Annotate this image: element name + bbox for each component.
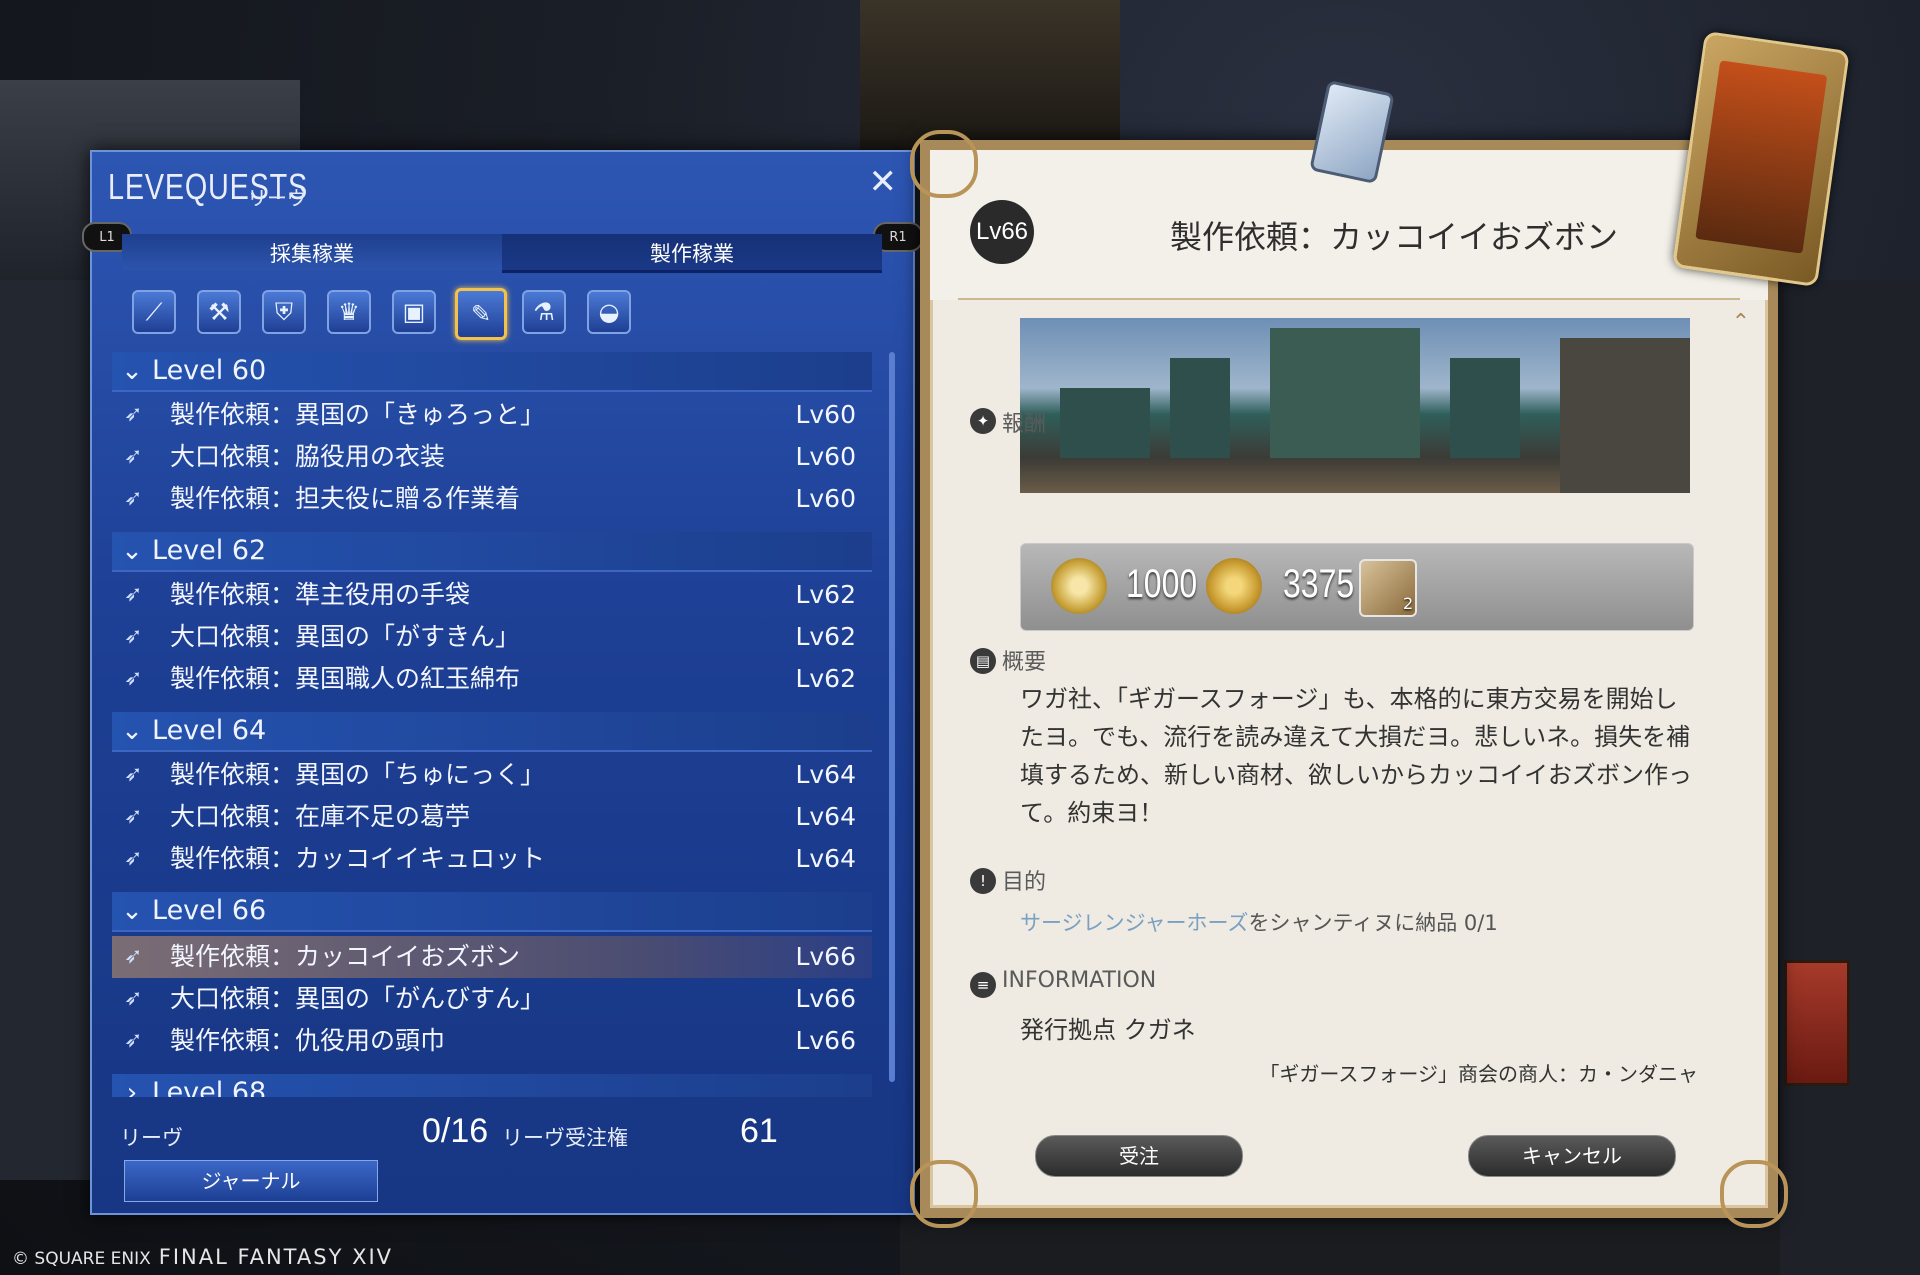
scroll-up-icon[interactable]: ⌃: [1732, 310, 1750, 335]
journal-button[interactable]: ジャーナル: [124, 1160, 378, 1202]
gil-coin-icon: [1206, 558, 1262, 614]
quest-row[interactable]: ➶ 製作依頼：仇役用の頭巾 Lv66: [112, 1020, 872, 1062]
reward-box: 1000 3375 2: [1020, 543, 1694, 631]
blacksmith-icon[interactable]: ⚒: [197, 290, 241, 334]
quest-row[interactable]: ➶ 大口依頼：異国の「がすきん」 Lv62: [112, 616, 872, 658]
quest-row[interactable]: ➶ 製作依頼：準主役用の手袋 Lv62: [112, 574, 872, 616]
leve-icon: ➶: [124, 486, 143, 511]
culinarian-icon[interactable]: ◒: [587, 290, 631, 334]
tab-gathering[interactable]: 採集稼業: [122, 234, 502, 270]
quest-row[interactable]: ➶ 製作依頼：異国の「きゅろっと」 Lv60: [112, 394, 872, 436]
level-badge: Lv66: [970, 200, 1034, 264]
leve-icon: ➶: [124, 402, 143, 427]
quest-row[interactable]: ➶ 製作依頼：カッコイイキュロット Lv64: [112, 838, 872, 880]
quest-row[interactable]: ➶ 大口依頼：脇役用の衣装 Lv60: [112, 436, 872, 478]
levequest-window: LEVEQUESTS リーヴ ✕ L1 R1 採集稼業 製作稼業 ⟋ ⚒ ⛨ ♛…: [82, 150, 923, 1215]
chevron-down-icon: ⌄: [121, 356, 143, 386]
leves-count: 0/16: [422, 1112, 489, 1150]
window-subtitle: リーヴ: [247, 186, 307, 210]
leve-icon: ➶: [124, 944, 143, 969]
leve-icon: ➶: [124, 762, 143, 787]
npc-portrait: [1695, 60, 1828, 254]
quest-row[interactable]: ➶ 製作依頼：異国職人の紅玉綿布 Lv62: [112, 658, 872, 700]
scrollbar[interactable]: [889, 352, 895, 1082]
leve-icon: ➶: [124, 582, 143, 607]
summary-label: 概要: [1002, 650, 1047, 675]
leve-icon: ➶: [124, 986, 143, 1011]
group-header-level-66[interactable]: ⌄ Level 66: [112, 892, 872, 932]
info-icon: ≡: [970, 972, 996, 998]
allowances-label: リーヴ受注権: [502, 1126, 628, 1150]
quest-row[interactable]: ➶ 製作依頼：異国の「ちゅにっく」 Lv64: [112, 754, 872, 796]
red-lantern: [1784, 960, 1850, 1086]
npc-portrait-card: [1672, 30, 1850, 288]
quest-row-selected[interactable]: ➶ 製作依頼：カッコイイおズボン Lv66: [112, 936, 872, 978]
corner-ornament: [1720, 1160, 1788, 1228]
chevron-down-icon: ⌄: [121, 536, 143, 566]
group-header-level-64[interactable]: ⌄ Level 64: [112, 712, 872, 752]
location-image: [1020, 318, 1690, 493]
chevron-down-icon: ⌄: [121, 896, 143, 926]
copyright: © SQUARE ENIX FINAL FANTASY XIV: [12, 1245, 394, 1269]
reward-icon: ✦: [970, 408, 996, 434]
reward-gil-value: 3375: [1283, 562, 1355, 606]
scrip-seal-icon: [1051, 558, 1107, 614]
cancel-button[interactable]: キャンセル: [1468, 1135, 1676, 1177]
divider: [958, 298, 1740, 300]
alchemist-icon[interactable]: ⚗: [522, 290, 566, 334]
leve-icon: ➶: [124, 804, 143, 829]
chevron-down-icon: ⌄: [121, 716, 143, 746]
group-header-level-60[interactable]: ⌄ Level 60: [112, 352, 872, 392]
carpenter-icon[interactable]: ⟋: [132, 290, 176, 334]
detail-title: 製作依頼：カッコイイおズボン: [1170, 218, 1619, 256]
chevron-right-icon: ›: [126, 1078, 138, 1097]
quest-row[interactable]: ➶ 大口依頼：在庫不足の葛苧 Lv64: [112, 796, 872, 838]
tab-crafting[interactable]: 製作稼業: [502, 234, 882, 273]
leve-icon: ➶: [124, 624, 143, 649]
leve-detail-window: Lv66 製作依頼：カッコイイおズボン ⌃ ✦ 報酬 1000 3375 2 ▤…: [910, 130, 1788, 1228]
leve-icon: ➶: [124, 846, 143, 871]
leves-label: リーヴ: [120, 1126, 183, 1150]
objective-label: 目的: [1002, 870, 1047, 895]
group-header-level-62[interactable]: ⌄ Level 62: [112, 532, 872, 572]
corner-ornament: [910, 1160, 978, 1228]
leve-icon: ➶: [124, 666, 143, 691]
leve-icon: ➶: [124, 1028, 143, 1053]
corner-ornament: [910, 130, 978, 198]
leatherworker-icon[interactable]: ▣: [392, 290, 436, 334]
leve-icon: ➶: [124, 444, 143, 469]
issuing-location: 発行拠点 クガネ: [1020, 1016, 1196, 1044]
reward-seals-value: 1000: [1126, 562, 1198, 606]
summary-text: ワガ社、「ギガースフォージ」も、本格的に東方交易を開始し たヨ。でも、流行を読み…: [1020, 685, 1692, 827]
issuer-npc: 「ギガースフォージ」商会の商人：カ・ンダニャ: [1259, 1062, 1698, 1086]
objective-item[interactable]: サージレンジャーホーズ: [1020, 911, 1248, 935]
close-icon[interactable]: ✕: [869, 162, 898, 202]
objective-text: サージレンジャーホーズをシャンティヌに納品 0/1: [1020, 911, 1498, 935]
quest-row[interactable]: ➶ 製作依頼：担夫役に贈る作業着 Lv60: [112, 478, 872, 520]
book-icon: ▤: [970, 648, 996, 674]
quest-row[interactable]: ➶ 大口依頼：異国の「がんびすん」 Lv66: [112, 978, 872, 1020]
weaver-icon[interactable]: ✎: [455, 288, 507, 340]
reward-item-quantity: 2: [1403, 594, 1414, 613]
reward-label: 報酬: [1002, 412, 1047, 437]
exclamation-icon: !: [970, 868, 996, 894]
information-label: INFORMATION: [1002, 968, 1157, 993]
tab-bar: 採集稼業 製作稼業: [122, 234, 882, 274]
armorer-icon[interactable]: ⛨: [262, 290, 306, 334]
group-header-level-68[interactable]: › Level 68: [112, 1074, 872, 1097]
allowances-value: 61: [740, 1112, 778, 1150]
quest-list: ⌄ Level 60 ➶ 製作依頼：異国の「きゅろっと」 Lv60 ➶ 大口依頼：…: [112, 352, 887, 1097]
goldsmith-icon[interactable]: ♛: [327, 290, 371, 334]
accept-button[interactable]: 受注: [1035, 1135, 1243, 1177]
